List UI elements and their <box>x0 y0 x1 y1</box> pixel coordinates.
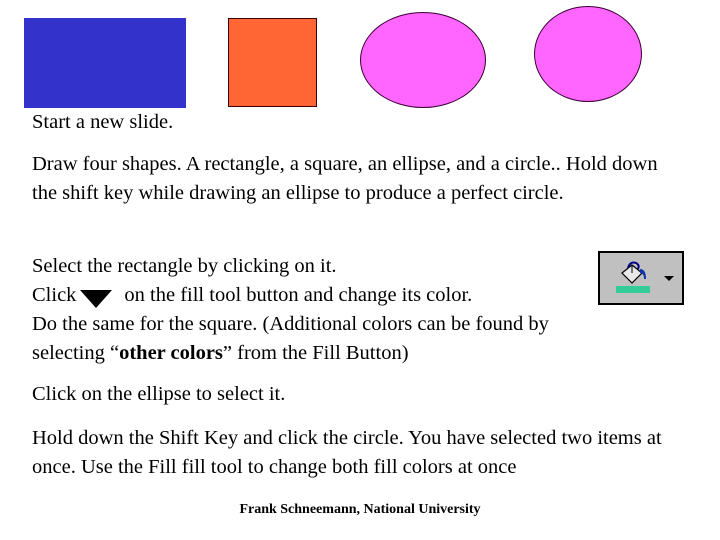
paint-bucket-icon <box>621 261 646 284</box>
click-rest: on the fill tool button and change its c… <box>124 284 473 306</box>
footer-credit: Frank Schneemann, National University <box>239 502 481 517</box>
fill-tool-button[interactable] <box>598 251 684 305</box>
fill-color-swatch <box>616 286 650 293</box>
instruction-start-slide: Start a new slide. <box>32 111 174 133</box>
click-word: Click <box>32 284 77 306</box>
pink-ellipse-shape[interactable] <box>360 12 486 108</box>
p3-line4: selecting “other colors” from the Fill B… <box>32 339 712 368</box>
pink-circle-shape[interactable] <box>534 6 642 102</box>
dropdown-arrow-icon[interactable] <box>664 276 674 281</box>
instruction-draw-shapes: Draw four shapes. A rectangle, a square,… <box>32 153 658 204</box>
orange-square-shape[interactable] <box>228 18 317 107</box>
blue-rectangle-shape[interactable] <box>24 18 186 108</box>
text-pre: selecting “ <box>32 342 120 364</box>
instruction-select-ellipse: Click on the ellipse to select it. <box>32 383 286 405</box>
dropdown-arrow-icon <box>80 290 113 309</box>
instruction-shift-select: Hold down the Shift Key and click the ci… <box>32 427 662 478</box>
p3-line3: Do the same for the square. (Additional … <box>32 313 549 335</box>
other-colors-bold: other colors <box>119 342 223 364</box>
text-post: ” from the Fill Button) <box>222 342 409 364</box>
